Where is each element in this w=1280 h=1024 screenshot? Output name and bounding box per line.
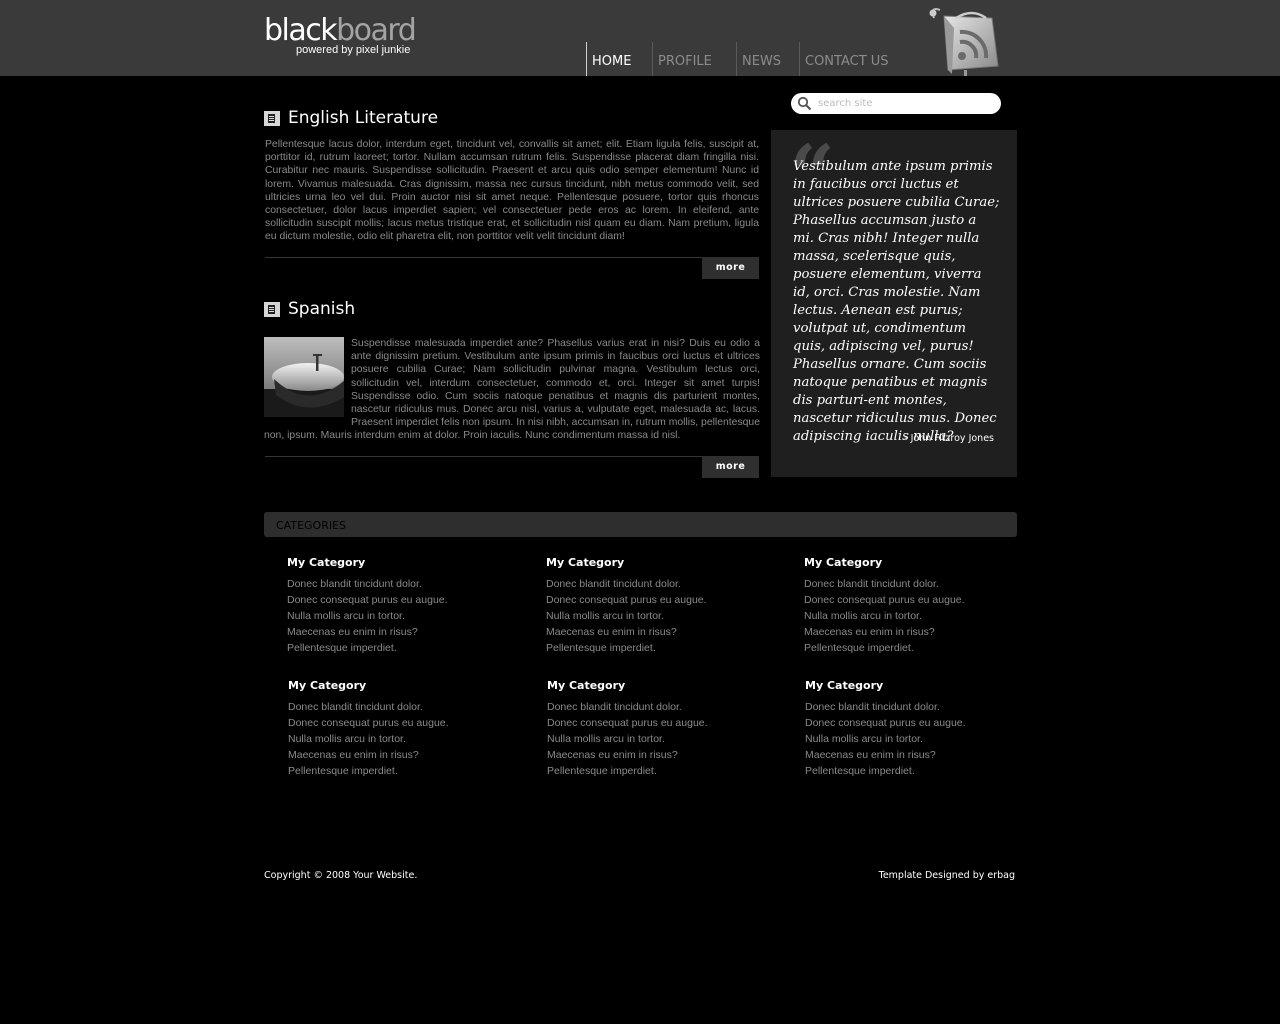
category-link[interactable]: Donec blandit tincidunt dolor. <box>805 699 966 715</box>
divider <box>265 257 759 258</box>
category-link[interactable]: Donec consequat purus eu augue. <box>546 592 707 608</box>
category-link[interactable]: Donec blandit tincidunt dolor. <box>287 576 448 592</box>
article-title[interactable]: English Literature <box>288 108 438 128</box>
logo-tagline: powered by pixel junkie <box>296 44 411 56</box>
category-link[interactable]: Nulla mollis arcu in tortor. <box>804 608 965 624</box>
category-link[interactable]: Nulla mollis arcu in tortor. <box>805 731 966 747</box>
categories-header: CATEGORIES <box>264 512 1017 537</box>
nav-home[interactable]: HOME <box>586 42 652 76</box>
category-block: My Category Donec blandit tincidunt dolo… <box>804 556 965 656</box>
category-title[interactable]: My Category <box>288 679 449 692</box>
category-link[interactable]: Donec blandit tincidunt dolor. <box>288 699 449 715</box>
category-title[interactable]: My Category <box>547 679 708 692</box>
search-input[interactable] <box>818 94 988 112</box>
search-icon[interactable] <box>797 96 812 111</box>
category-link[interactable]: Maecenas eu enim in risus? <box>804 624 965 640</box>
category-link[interactable]: Maecenas eu enim in risus? <box>288 747 449 763</box>
article-title[interactable]: Spanish <box>288 299 355 319</box>
site-header: blackboard powered by pixel junkie HOME … <box>0 0 1280 76</box>
category-link[interactable]: Donec blandit tincidunt dolor. <box>804 576 965 592</box>
nav-news[interactable]: NEWS <box>736 42 799 76</box>
category-block: My Category Donec blandit tincidunt dolo… <box>547 679 708 779</box>
divider <box>265 456 759 457</box>
category-link[interactable]: Donec consequat purus eu augue. <box>287 592 448 608</box>
category-block: My Category Donec blandit tincidunt dolo… <box>287 556 448 656</box>
logo-word-bold: board <box>336 13 417 48</box>
site-logo[interactable]: blackboard powered by pixel junkie <box>264 13 417 57</box>
logo-wordmark: blackboard <box>264 13 417 48</box>
category-link[interactable]: Pellentesque imperdiet. <box>546 640 707 656</box>
category-link[interactable]: Maecenas eu enim in risus? <box>287 624 448 640</box>
category-link[interactable]: Nulla mollis arcu in tortor. <box>546 608 707 624</box>
quote-text: Vestibulum ante ipsum primis in faucibus… <box>793 159 1000 444</box>
quote-author: - John Fitzroy Jones <box>904 433 994 444</box>
category-link[interactable]: Nulla mollis arcu in tortor. <box>288 731 449 747</box>
category-link[interactable]: Pellentesque imperdiet. <box>804 640 965 656</box>
article-thumbnail <box>264 337 344 417</box>
category-link[interactable]: Pellentesque imperdiet. <box>805 763 966 779</box>
category-title[interactable]: My Category <box>287 556 448 569</box>
category-link[interactable]: Donec consequat purus eu augue. <box>805 715 966 731</box>
document-icon <box>264 111 280 126</box>
category-link[interactable]: Donec consequat purus eu augue. <box>547 715 708 731</box>
category-title[interactable]: My Category <box>546 556 707 569</box>
category-link[interactable]: Donec blandit tincidunt dolor. <box>546 576 707 592</box>
category-link[interactable]: Donec blandit tincidunt dolor. <box>547 699 708 715</box>
category-block: My Category Donec blandit tincidunt dolo… <box>546 556 707 656</box>
quote-panel: “ Vestibulum ante ipsum primis in faucib… <box>771 130 1017 477</box>
category-title[interactable]: My Category <box>805 679 966 692</box>
article-body-wrap: Suspendisse malesuada imperdiet ante? Ph… <box>264 337 760 443</box>
footer-credit[interactable]: Template Designed by erbag <box>879 870 1015 881</box>
category-link[interactable]: Maecenas eu enim in risus? <box>805 747 966 763</box>
article-english-literature: English Literature Pellentesque lacus do… <box>264 108 760 283</box>
categories-heading: CATEGORIES <box>276 519 347 532</box>
category-block: My Category Donec blandit tincidunt dolo… <box>805 679 966 779</box>
category-link[interactable]: Maecenas eu enim in risus? <box>546 624 707 640</box>
category-block: My Category Donec blandit tincidunt dolo… <box>288 679 449 779</box>
more-button[interactable]: more <box>702 257 759 279</box>
category-link[interactable]: Pellentesque imperdiet. <box>287 640 448 656</box>
logo-word-light: black <box>264 13 338 48</box>
category-link[interactable]: Nulla mollis arcu in tortor. <box>547 731 708 747</box>
category-link[interactable]: Donec consequat purus eu augue. <box>804 592 965 608</box>
main-nav: HOME PROFILE NEWS CONTACT US <box>586 42 906 76</box>
nav-contact-us[interactable]: CONTACT US <box>799 42 899 76</box>
search-box <box>791 93 1001 114</box>
rss-feed-icon[interactable] <box>926 4 1004 76</box>
category-link[interactable]: Maecenas eu enim in risus? <box>547 747 708 763</box>
document-icon <box>264 302 280 317</box>
category-title[interactable]: My Category <box>804 556 965 569</box>
article-spanish: Spanish Suspendisse malesuada imperdiet … <box>264 299 760 481</box>
category-link[interactable]: Donec consequat purus eu augue. <box>288 715 449 731</box>
article-body: Pellentesque lacus dolor, interdum eget,… <box>265 139 759 243</box>
more-button[interactable]: more <box>702 456 759 478</box>
category-link[interactable]: Pellentesque imperdiet. <box>288 763 449 779</box>
footer-copyright: Copyright © 2008 Your Website. <box>264 870 418 881</box>
nav-profile[interactable]: PROFILE <box>652 42 736 76</box>
category-link[interactable]: Nulla mollis arcu in tortor. <box>287 608 448 624</box>
category-link[interactable]: Pellentesque imperdiet. <box>547 763 708 779</box>
